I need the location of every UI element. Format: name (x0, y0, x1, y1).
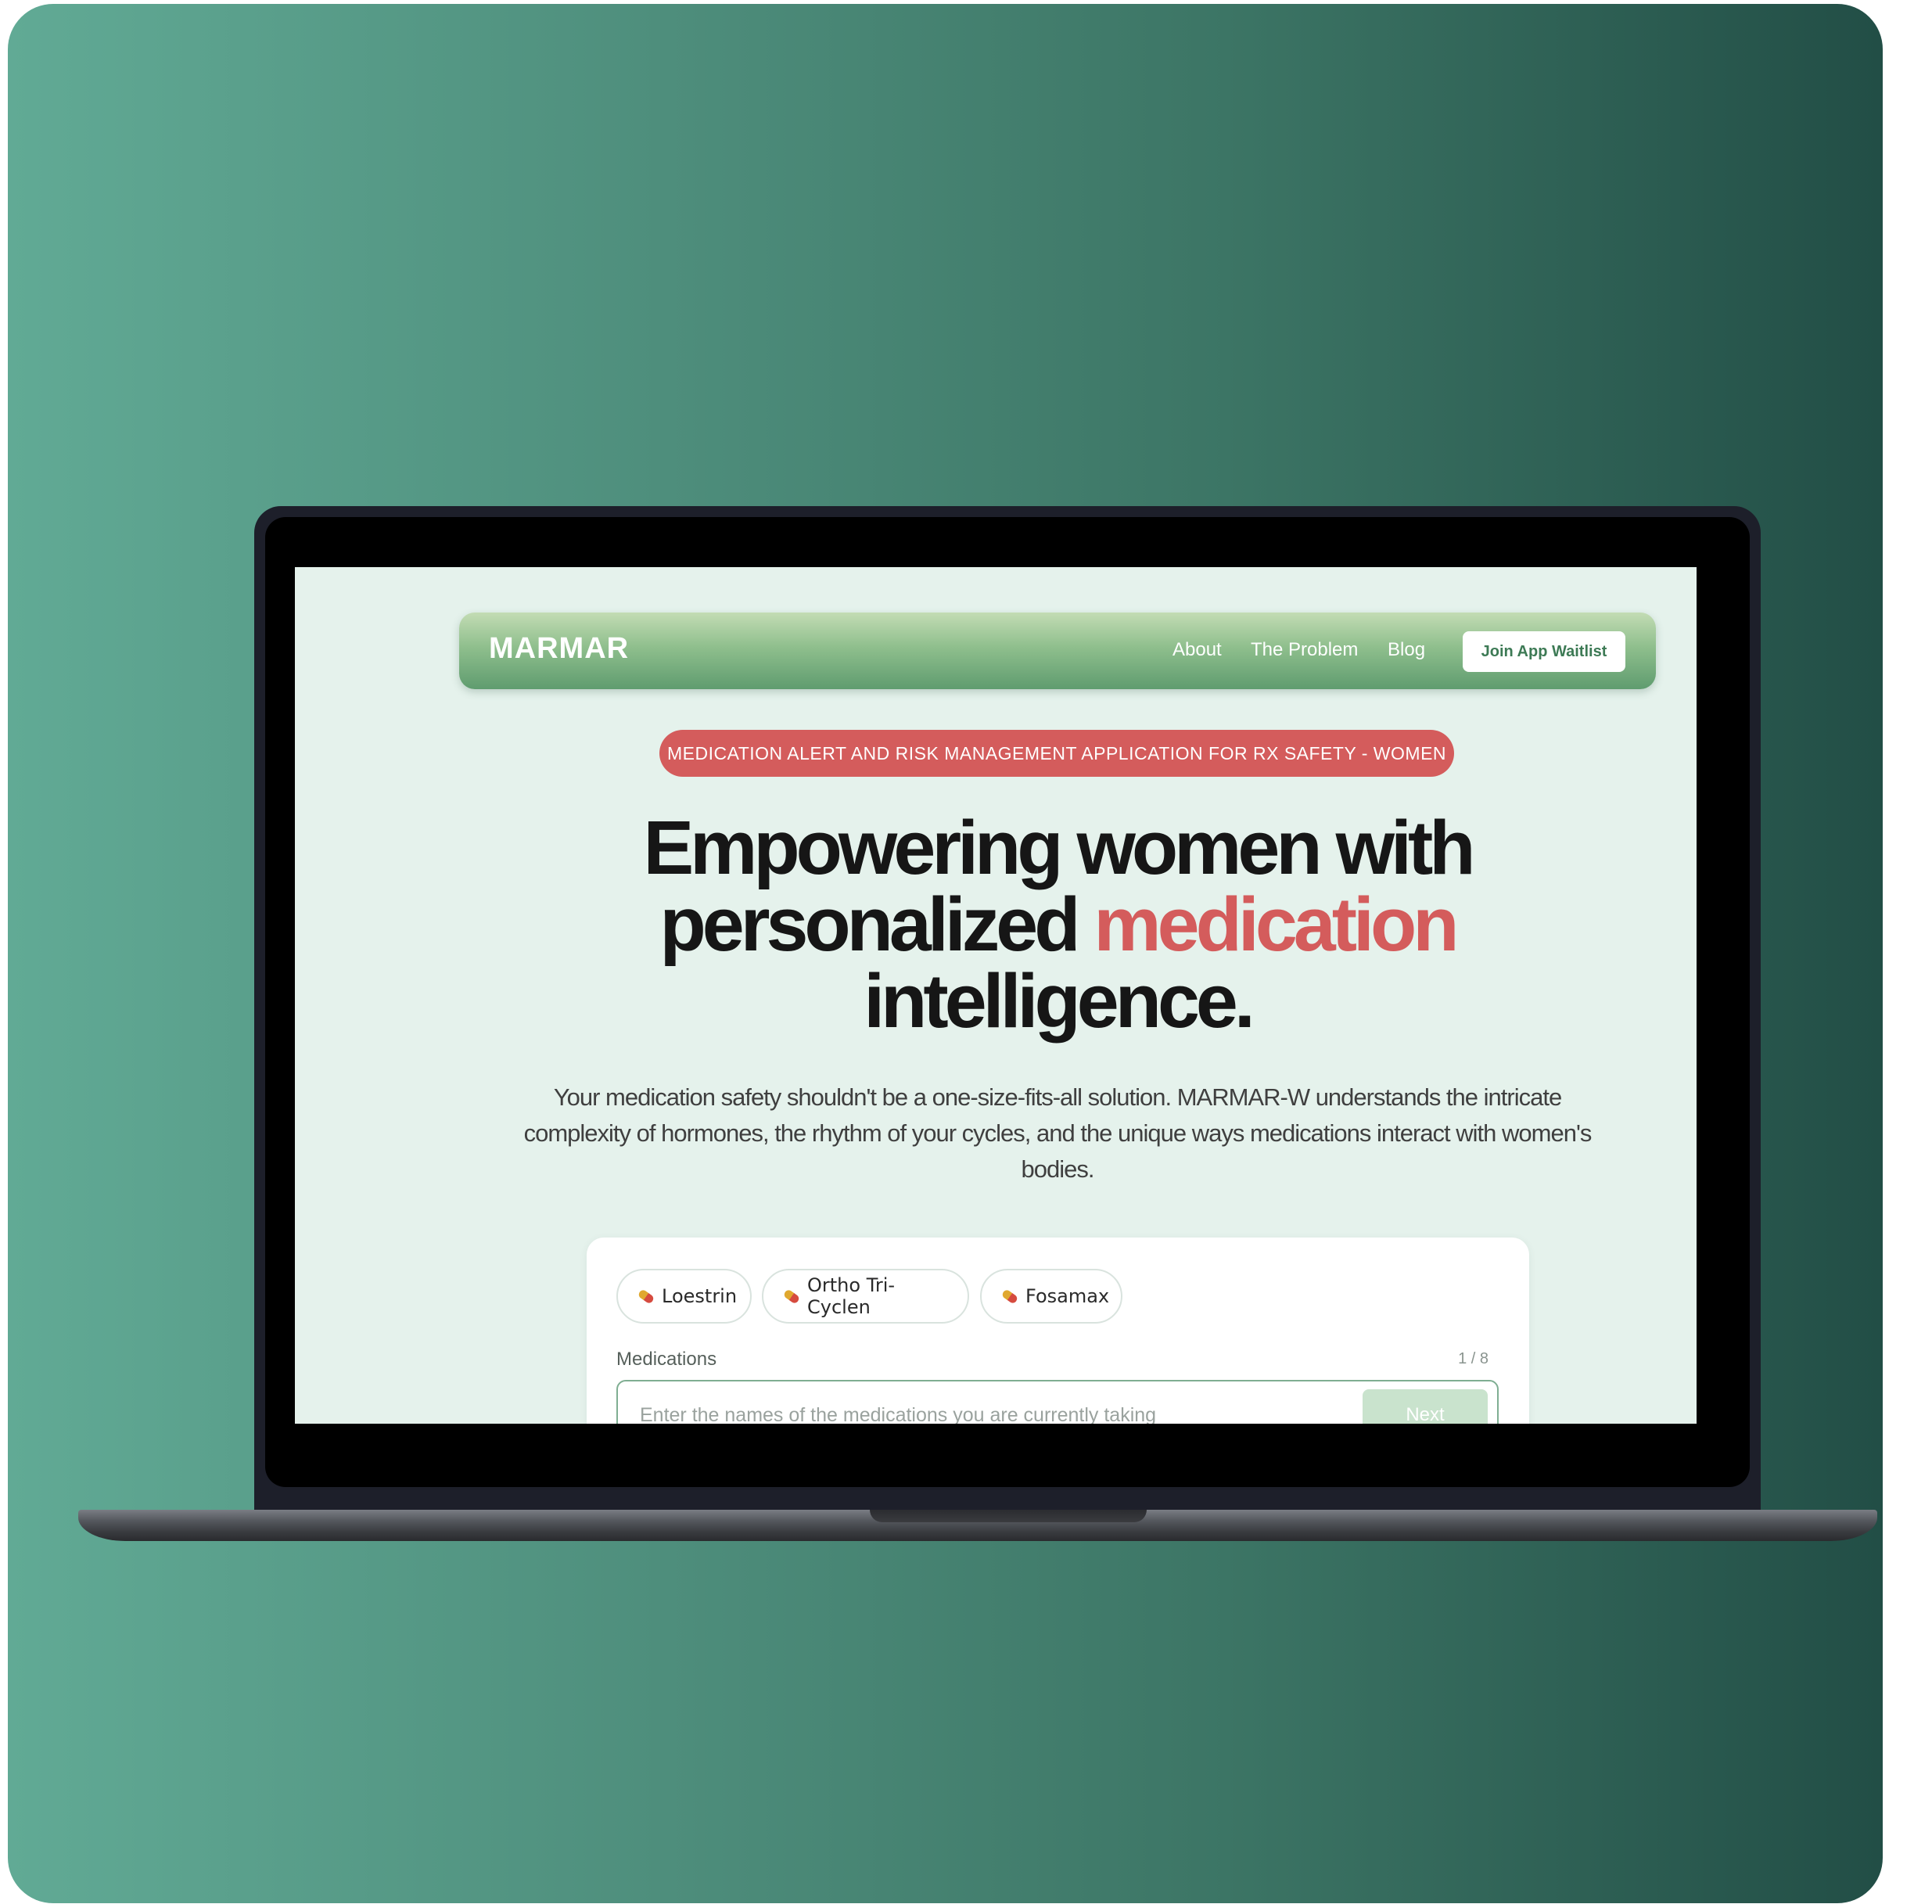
pill-icon (1000, 1288, 1019, 1305)
medication-chip-fosamax[interactable]: Fosamax (980, 1269, 1122, 1324)
background-gradient: MARMAR About The Problem Blog Join App W… (8, 4, 1883, 1903)
logo[interactable]: MARMAR (489, 632, 629, 666)
medications-label: Medications (616, 1349, 717, 1370)
medication-chip-ortho-tri-cyclen[interactable]: Ortho Tri-Cyclen (762, 1269, 969, 1324)
laptop-base-notch (870, 1510, 1147, 1522)
medication-form-card: Loestrin Ortho Tri-Cyclen Fosamax Medica… (587, 1238, 1529, 1424)
step-counter: 1 / 8 (1458, 1350, 1489, 1367)
nav-link-about[interactable]: About (1172, 639, 1222, 661)
chip-label: Fosamax (1025, 1285, 1110, 1307)
chip-label: Ortho Tri-Cyclen (807, 1274, 896, 1318)
chip-label: Loestrin (662, 1285, 738, 1307)
join-waitlist-button[interactable]: Join App Waitlist (1463, 631, 1625, 672)
laptop-lid: MARMAR About The Problem Blog Join App W… (254, 506, 1761, 1515)
medications-input[interactable] (638, 1399, 1330, 1424)
medication-chip-loestrin[interactable]: Loestrin (616, 1269, 752, 1324)
medications-input-wrapper: Next (616, 1380, 1499, 1424)
nav-link-blog[interactable]: Blog (1388, 639, 1425, 661)
pill-icon (637, 1288, 655, 1305)
nav-link-the-problem[interactable]: The Problem (1251, 639, 1358, 661)
laptop-screen: MARMAR About The Problem Blog Join App W… (295, 567, 1697, 1424)
next-button[interactable]: Next (1363, 1389, 1488, 1424)
navbar: MARMAR About The Problem Blog Join App W… (459, 613, 1656, 689)
hero-subtitle: Your medication safety shouldn't be a on… (523, 1083, 1593, 1183)
hero-headline: Empowering women with personalized medic… (530, 810, 1585, 1040)
headline-text-end: intelligence. (864, 958, 1255, 1044)
pill-icon (782, 1288, 801, 1305)
headline-accent-word: medication (1093, 882, 1459, 967)
tagline-badge: MEDICATION ALERT AND RISK MANAGEMENT APP… (659, 730, 1454, 777)
